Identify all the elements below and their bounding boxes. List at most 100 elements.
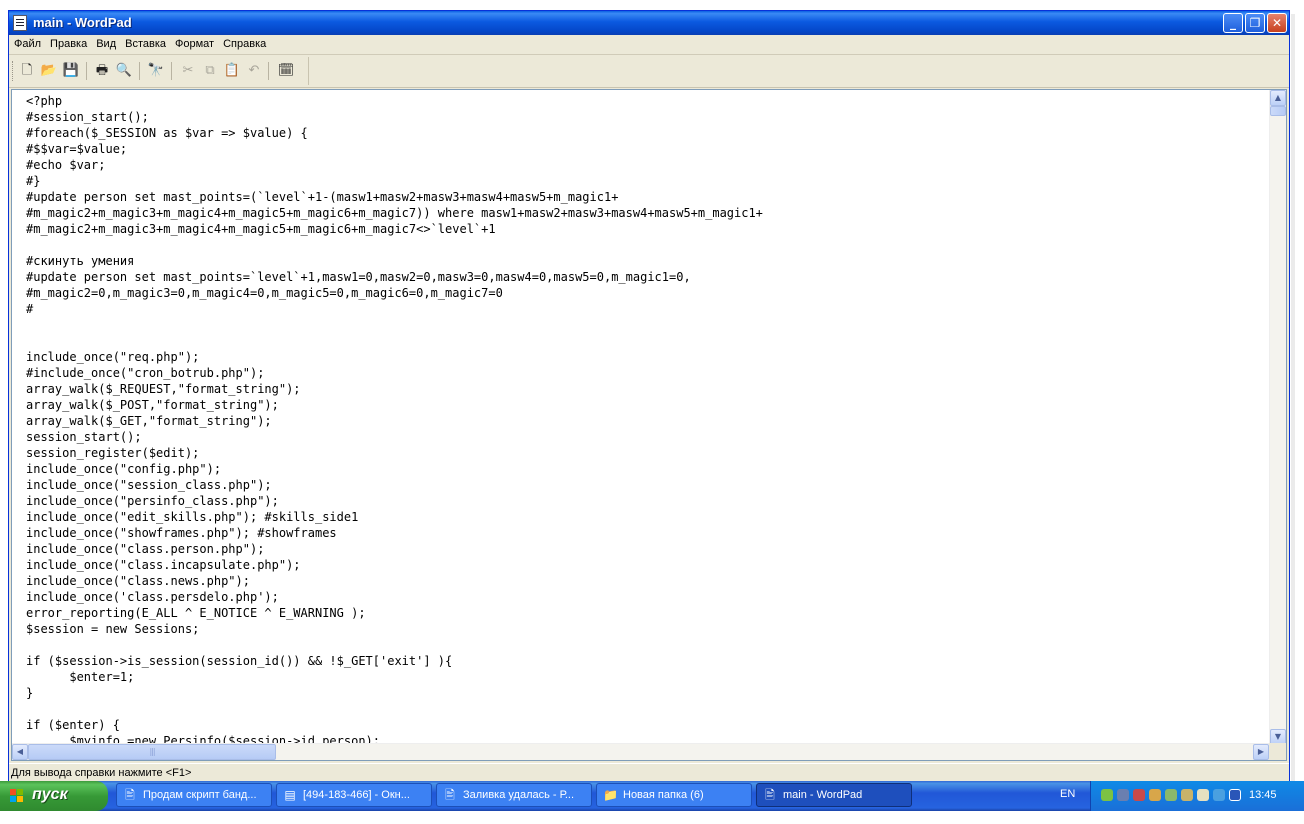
task-label: Продам скрипт банд... [143, 789, 257, 801]
code-line[interactable] [26, 317, 1266, 333]
toolbar-grip[interactable] [12, 61, 15, 81]
code-line[interactable] [26, 237, 1266, 253]
wordpad-icon: 🖹 [765, 788, 775, 802]
menu-format[interactable]: Формат [170, 35, 218, 50]
title-bar[interactable]: main - WordPad _ ❐ ✕ [9, 11, 1289, 35]
code-line[interactable]: #update person set mast_points=`level`+1… [26, 269, 1266, 285]
undo-icon[interactable]: ↶ [245, 62, 263, 80]
paste-icon[interactable]: 📋 [223, 62, 241, 80]
code-line[interactable]: array_walk($_GET,"format_string"); [26, 413, 1266, 429]
minimize-button[interactable]: _ [1223, 13, 1243, 33]
code-line[interactable]: include_once("showframes.php"); #showfra… [26, 525, 1266, 541]
scroll-up-button[interactable]: ▲ [1270, 90, 1286, 106]
clock[interactable]: 13:45 [1249, 789, 1277, 801]
code-line[interactable]: array_walk($_REQUEST,"format_string"); [26, 381, 1266, 397]
chat-window-icon: ▤ [284, 788, 296, 802]
code-line[interactable]: include_once("class.person.php"); [26, 541, 1266, 557]
code-line[interactable]: #$$var=$value; [26, 141, 1266, 157]
menu-edit[interactable]: Правка [45, 35, 91, 50]
menu-help[interactable]: Справка [218, 35, 270, 50]
code-line[interactable]: include_once("class.news.php"); [26, 573, 1266, 589]
menu-view[interactable]: Вид [91, 35, 120, 50]
code-line[interactable]: include_once("req.php"); [26, 349, 1266, 365]
code-line[interactable]: #m_magic2+m_magic3+m_magic4+m_magic5+m_m… [26, 221, 1266, 237]
code-line[interactable]: if ($enter) { [26, 717, 1266, 733]
document-text[interactable]: <?php #session_start(); #foreach($_SESSION… [26, 93, 1266, 749]
start-button[interactable]: пуск [0, 781, 108, 811]
code-line[interactable]: #} [26, 173, 1266, 189]
menu-bar: Файл Правка Вид Вставка Формат Справка [9, 35, 1289, 55]
code-line[interactable]: <?php [26, 93, 1266, 109]
wordpad-app-icon[interactable] [13, 15, 27, 31]
code-line[interactable]: include_once('class.persdelo.php'); [26, 589, 1266, 605]
horizontal-scroll-thumb[interactable]: ||| [28, 744, 276, 760]
code-line[interactable]: if ($session->is_session(session_id()) &… [26, 653, 1266, 669]
taskbar-item-folder[interactable]: 📁 Новая папка (6) [596, 783, 752, 807]
code-line[interactable]: include_once("config.php"); [26, 461, 1266, 477]
find-icon[interactable]: 🔭 [147, 62, 165, 80]
code-line[interactable]: #session_start(); [26, 109, 1266, 125]
code-line[interactable]: #echo $var; [26, 157, 1266, 173]
taskbar: пуск 🖹 Продам скрипт банд... ▤ [494-183-… [0, 781, 1304, 811]
tray-icon[interactable] [1213, 789, 1225, 801]
copy-icon[interactable]: ⧉ [201, 62, 219, 80]
code-line[interactable]: session_register($edit); [26, 445, 1266, 461]
taskbar-item-wordpad-main[interactable]: 🖹 main - WordPad [756, 783, 912, 807]
vertical-scroll-thumb[interactable] [1270, 106, 1286, 116]
code-line[interactable]: } [26, 685, 1266, 701]
tray-icon[interactable] [1197, 789, 1209, 801]
code-line[interactable]: #update person set mast_points=(`level`+… [26, 189, 1266, 205]
toolbar-separator [268, 62, 269, 80]
code-line[interactable]: #m_magic2+m_magic3+m_magic4+m_magic5+m_m… [26, 205, 1266, 221]
scroll-left-button[interactable]: ◀ [12, 744, 28, 760]
taskbar-item-chat[interactable]: ▤ [494-183-466] - Окн... [276, 783, 432, 807]
menu-file[interactable]: Файл [9, 35, 45, 50]
document-editor[interactable]: <?php #session_start(); #foreach($_SESSION… [11, 89, 1287, 761]
code-line[interactable]: #m_magic2=0,m_magic3=0,m_magic4=0,m_magi… [26, 285, 1266, 301]
tray-icon[interactable] [1133, 789, 1145, 801]
tray-icon[interactable] [1165, 789, 1177, 801]
taskbar-item-browser[interactable]: 🖹 Продам скрипт банд... [116, 783, 272, 807]
task-label: Заливка удалась - Р... [463, 789, 575, 801]
print-preview-icon[interactable]: 🔍 [115, 62, 133, 80]
wordpad-window: main - WordPad _ ❐ ✕ Файл Правка Вид Вставк… [8, 10, 1290, 782]
horizontal-scrollbar[interactable]: ◀ ||| ▶ [12, 743, 1269, 760]
code-line[interactable]: include_once("class.incapsulate.php"); [26, 557, 1266, 573]
code-line[interactable]: $session = new Sessions; [26, 621, 1266, 637]
code-line[interactable]: session_start(); [26, 429, 1266, 445]
toolbar-separator [171, 62, 172, 80]
close-button[interactable]: ✕ [1267, 13, 1287, 33]
task-label: main - WordPad [783, 789, 863, 801]
code-line[interactable]: #foreach($_SESSION as $var => $value) { [26, 125, 1266, 141]
code-line[interactable] [26, 637, 1266, 653]
code-line[interactable]: include_once("session_class.php"); [26, 477, 1266, 493]
code-line[interactable]: include_once("persinfo_class.php"); [26, 493, 1266, 509]
wordpad-icon: 🖹 [445, 788, 455, 802]
scroll-right-button[interactable]: ▶ [1253, 744, 1269, 760]
cut-icon[interactable]: ✂ [179, 62, 197, 80]
save-icon[interactable]: 💾 [62, 62, 80, 80]
code-line[interactable]: error_reporting(E_ALL ^ E_NOTICE ^ E_WAR… [26, 605, 1266, 621]
code-line[interactable]: #include_once("cron_botrub.php"); [26, 365, 1266, 381]
tray-icon[interactable] [1181, 789, 1193, 801]
insert-datetime-icon[interactable]: 🗓 [277, 62, 295, 80]
code-line[interactable]: include_once("edit_skills.php"); #skills… [26, 509, 1266, 525]
code-line[interactable]: # [26, 301, 1266, 317]
code-line[interactable] [26, 701, 1266, 717]
new-document-icon[interactable]: 🗋 [18, 62, 36, 80]
code-line[interactable]: $enter=1; [26, 669, 1266, 685]
taskbar-item-wordpad-upload[interactable]: 🖹 Заливка удалась - Р... [436, 783, 592, 807]
tray-icon[interactable] [1101, 789, 1113, 801]
print-icon[interactable]: 🖶 [93, 62, 111, 80]
open-folder-icon[interactable]: 📂 [40, 62, 58, 80]
tray-icon[interactable] [1149, 789, 1161, 801]
code-line[interactable]: array_walk($_POST,"format_string"); [26, 397, 1266, 413]
code-line[interactable]: #скинуть умения [26, 253, 1266, 269]
language-indicator[interactable]: EN [1060, 788, 1075, 800]
vertical-scrollbar[interactable]: ▲ ▼ [1269, 90, 1286, 745]
tray-icon[interactable] [1117, 789, 1129, 801]
tray-icon[interactable] [1229, 789, 1241, 801]
maximize-button[interactable]: ❐ [1245, 13, 1265, 33]
menu-insert[interactable]: Вставка [120, 35, 170, 50]
code-line[interactable] [26, 333, 1266, 349]
